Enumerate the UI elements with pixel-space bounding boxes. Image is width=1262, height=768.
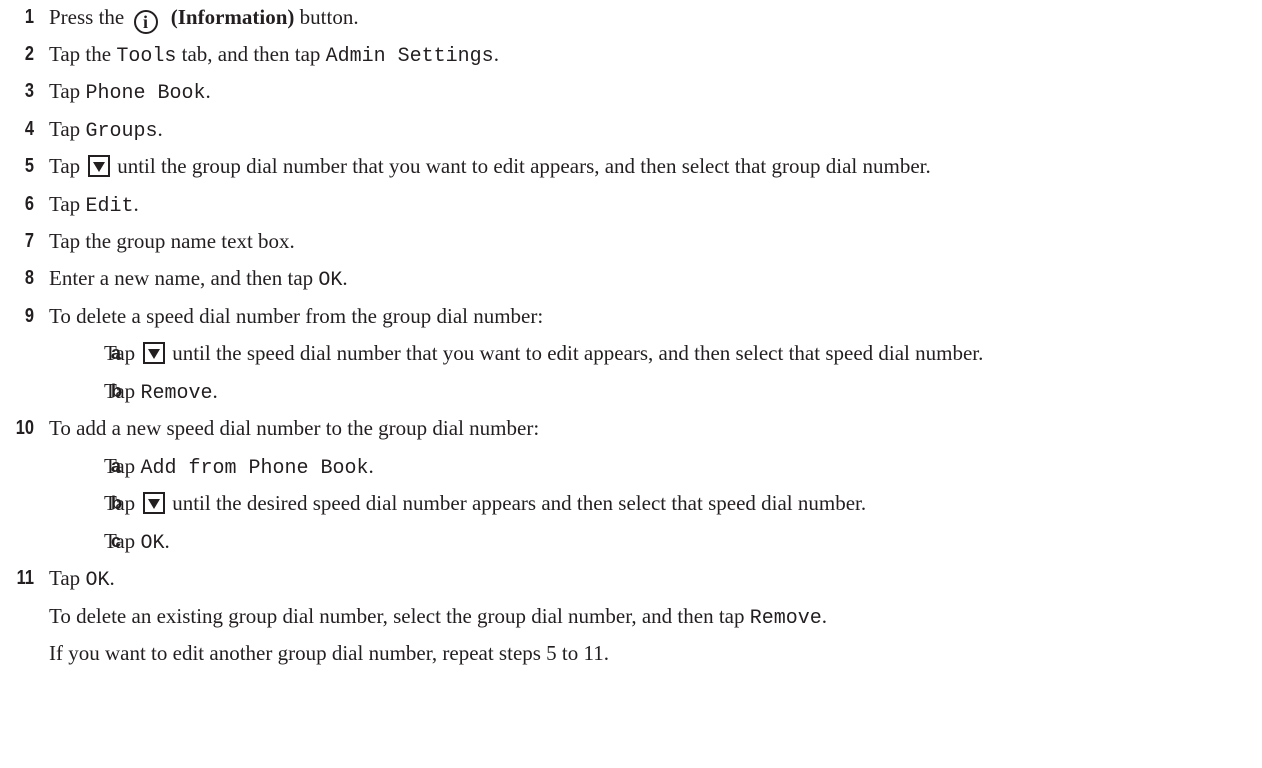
ui-label-edit: Edit — [85, 195, 134, 218]
step-number: 11 — [16, 567, 34, 589]
step-text: Tap OK. — [49, 566, 115, 592]
substep-text: Tap OK. — [104, 529, 170, 555]
ui-label-add-from-phone-book: Add from Phone Book — [140, 457, 369, 480]
step-9: 9 To delete a speed dial number from the… — [0, 301, 1262, 333]
step-text: Tap the Tools tab, and then tap Admin Se… — [49, 42, 499, 68]
ui-label-tools: Tools — [116, 45, 177, 68]
ui-label-remove: Remove — [140, 382, 213, 405]
ui-label-phone-book: Phone Book — [85, 82, 206, 105]
note-text: If you want to edit another group dial n… — [49, 641, 609, 665]
ui-label-groups: Groups — [85, 120, 158, 143]
step-text: Press the i (Information) button. — [49, 5, 359, 34]
substep-text: Tap Remove. — [104, 379, 218, 405]
step-text: To delete a speed dial number from the g… — [49, 304, 544, 328]
note-repeat-steps: If you want to edit another group dial n… — [0, 638, 1262, 670]
substep-9a: a Tap until the speed dial number that yo… — [0, 338, 1262, 370]
ui-label-ok: OK — [318, 269, 343, 292]
step-text: To add a new speed dial number to the gr… — [49, 416, 540, 440]
step-number: 3 — [24, 80, 34, 102]
step-text: Tap Groups. — [49, 117, 163, 143]
step-11: 11 Tap OK. — [0, 563, 1262, 595]
step-3: 3 Tap Phone Book. — [0, 76, 1262, 108]
step-number: 9 — [24, 305, 34, 327]
step-4: 4 Tap Groups. — [0, 114, 1262, 146]
substep-9b: b Tap Remove. — [0, 376, 1262, 408]
substep-text: Tap Add from Phone Book. — [104, 454, 374, 480]
step-number: 1 — [24, 6, 34, 28]
step-text: Tap until the group dial number that you … — [49, 154, 931, 178]
step-number: 4 — [24, 118, 34, 140]
down-arrow-icon — [143, 342, 166, 364]
information-icon: i — [133, 10, 158, 34]
ui-label-ok: OK — [85, 569, 110, 592]
ui-label-remove: Remove — [749, 607, 822, 630]
substep-text: Tap until the desired speed dial number a… — [104, 491, 867, 515]
step-text: Tap the group name text box. — [49, 229, 295, 253]
step-1: 1 Press the i (Information) button. — [0, 2, 1262, 34]
step-2: 2 Tap the Tools tab, and then tap Admin … — [0, 39, 1262, 71]
step-number: 5 — [24, 155, 34, 177]
step-number: 8 — [24, 267, 34, 289]
step-10: 10 To add a new speed dial number to the… — [0, 413, 1262, 445]
substep-text: Tap until the speed dial number that you … — [104, 341, 984, 365]
step-number: 7 — [24, 230, 34, 252]
ui-label-ok: OK — [140, 532, 165, 555]
step-text: Tap Edit. — [49, 192, 139, 218]
down-arrow-icon — [88, 155, 111, 177]
step-number: 10 — [15, 417, 34, 439]
down-arrow-icon — [143, 492, 166, 514]
substep-10c: c Tap OK. — [0, 526, 1262, 558]
substep-10a: a Tap Add from Phone Book. — [0, 451, 1262, 483]
note-text: To delete an existing group dial number,… — [49, 604, 827, 630]
step-8: 8 Enter a new name, and then tap OK. — [0, 263, 1262, 295]
step-text: Tap Phone Book. — [49, 79, 211, 105]
step-number: 2 — [24, 43, 34, 65]
note-delete-group: To delete an existing group dial number,… — [0, 601, 1262, 633]
substep-10b: b Tap until the desired speed dial number… — [0, 488, 1262, 520]
step-5: 5 Tap until the group dial number that yo… — [0, 151, 1262, 183]
step-7: 7 Tap the group name text box. — [0, 226, 1262, 258]
ui-label-admin-settings: Admin Settings — [325, 45, 494, 68]
step-6: 6 Tap Edit. — [0, 189, 1262, 221]
step-number: 6 — [24, 193, 34, 215]
step-text: Enter a new name, and then tap OK. — [49, 266, 348, 292]
